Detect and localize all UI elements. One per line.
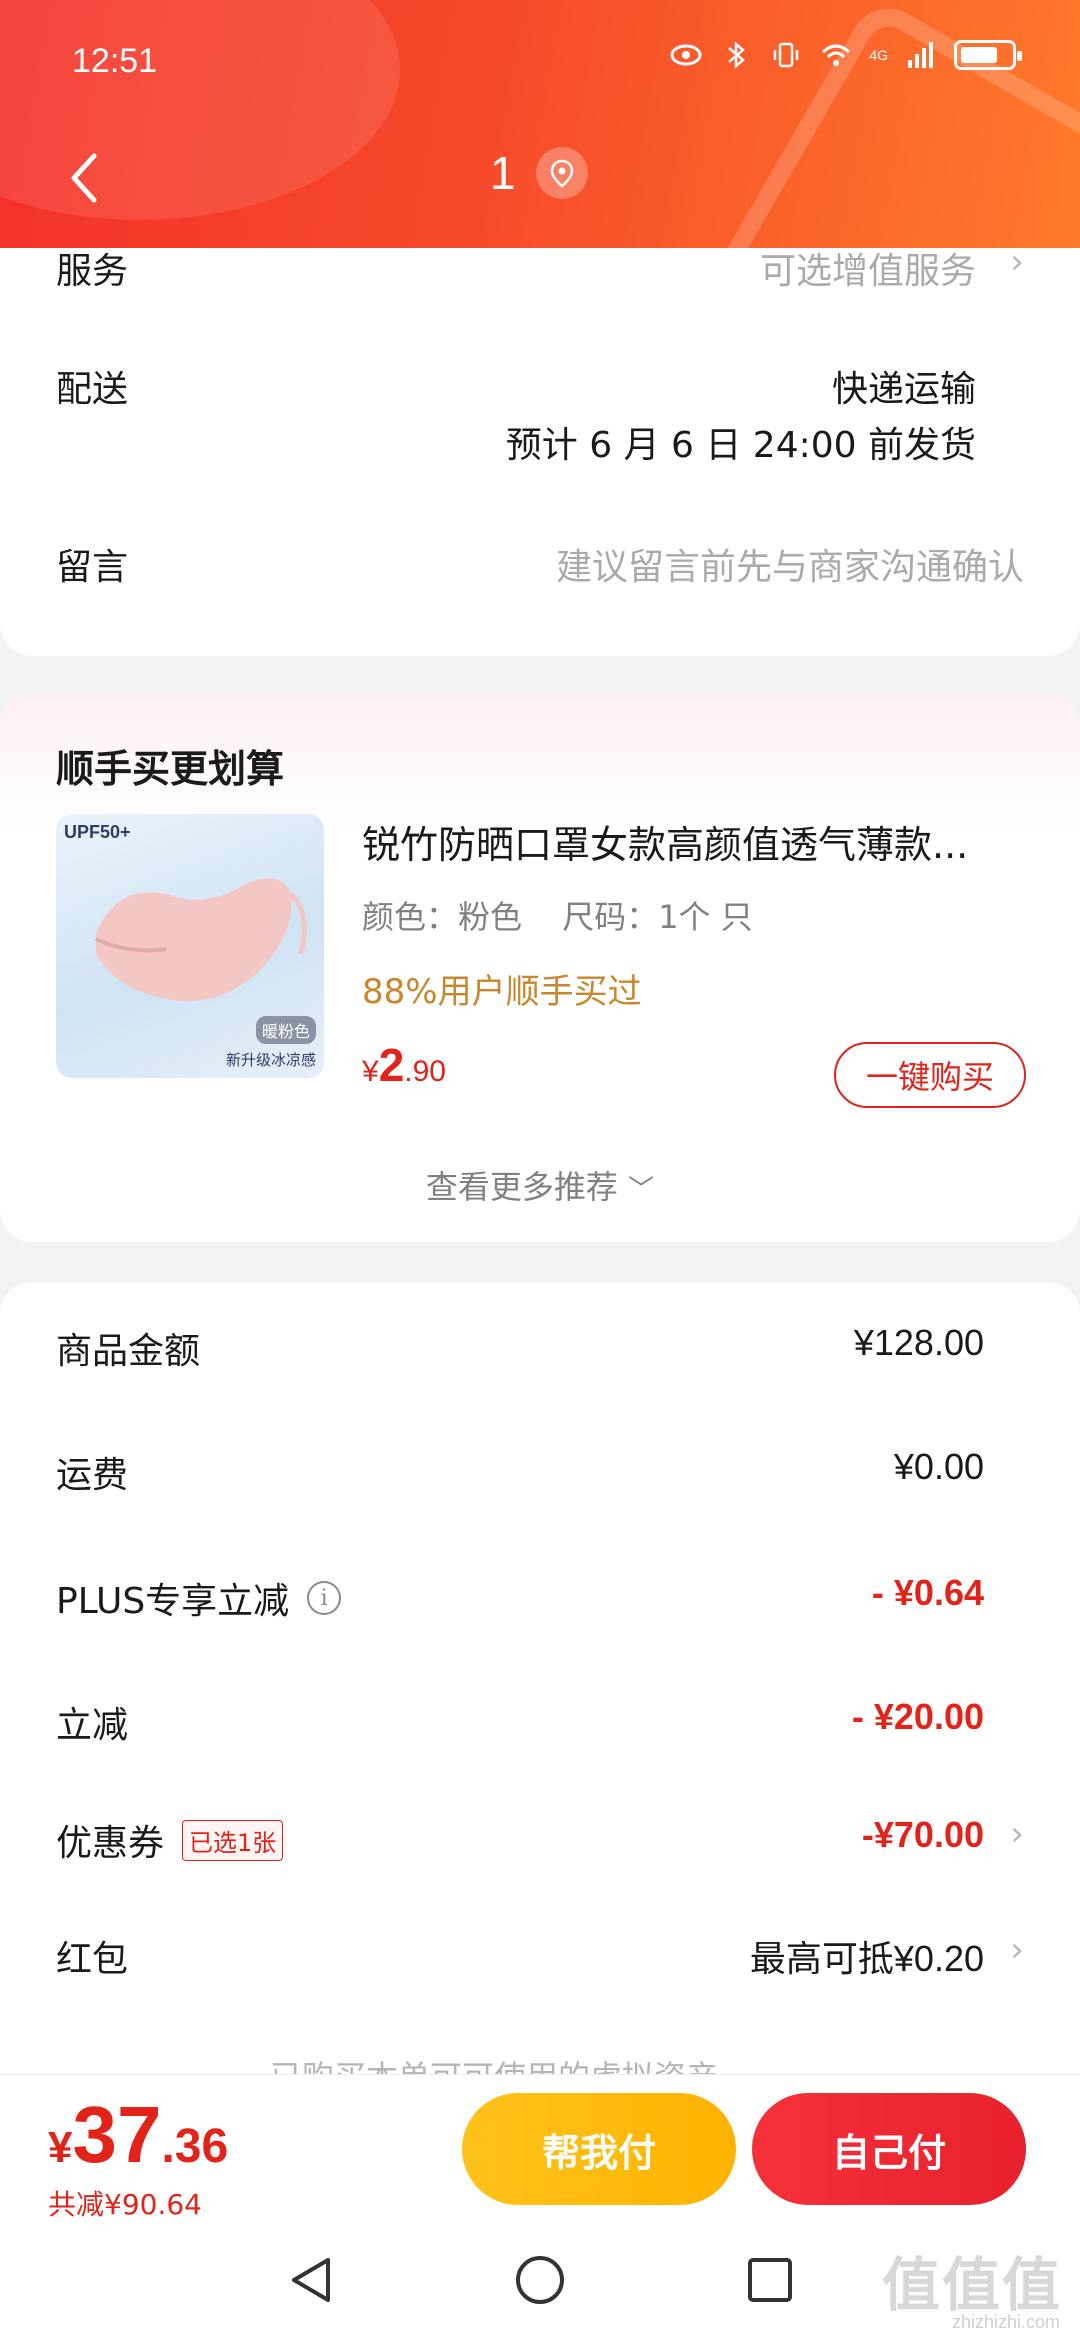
product-name[interactable]: 锐竹防晒口罩女款高颜值透气薄款... [362,814,1022,869]
service-value: 可选增值服务 [759,251,976,292]
product-image-desc-tag: 新升级冰凉感 [225,1051,316,1069]
chevron-down-icon: ﹀ [628,1175,655,1205]
coupon-label-group: 优惠券 已选1张 [56,1814,284,1866]
more-recommend-link[interactable]: 查看更多推荐 ﹀ [0,1162,1080,1208]
message-label: 留言 [56,547,129,588]
header: 12:51 4G 1 [0,0,1080,248]
product-image[interactable]: UPF50+ 暖粉色 新升级冰凉感 [56,814,324,1078]
delivery-row[interactable]: 配送 快递运输 预计 6 月 6 日 24:00 前发货 [56,360,1024,470]
bluetooth-icon [728,41,746,69]
location-pin-icon [535,147,588,199]
chevron-right-icon: › [1010,1814,1024,1854]
wifi-icon [822,44,851,66]
back-arrow-icon[interactable] [58,148,118,208]
status-bar: 12:51 4G [0,0,1080,120]
product-price-int: 2 [378,1039,405,1091]
title-area[interactable]: 1 [490,146,588,200]
redpacket-amount: 最高可抵¥0.20 [749,1938,984,1979]
signal-icon [908,42,933,68]
discount-label: 立减 [56,1705,129,1746]
vibrate-icon [774,42,799,68]
network-label: 4G [869,47,888,63]
total-currency: ¥ [48,2123,73,2172]
plus-label-group: PLUS专享立减 i [56,1572,342,1624]
instant-discount-row: 立减 - ¥20.00 [56,1696,1024,1756]
service-label: 服务 [56,251,129,292]
delivery-label: 配送 [56,369,129,410]
recommend-title: 顺手买更划算 [56,747,285,791]
redpacket-label: 红包 [56,1939,129,1980]
order-info-card: 服务 可选增值服务 › 配送 快递运输 预计 6 月 6 日 24:00 前发货… [0,220,1080,656]
product-image-color-tag: 暖粉色 [255,1016,316,1044]
service-row[interactable]: 服务 可选增值服务 › [56,242,1024,292]
message-input[interactable]: 建议留言前先与商家沟通确认 [556,538,1024,590]
total-price: ¥37.36 [48,2089,228,2181]
chevron-right-icon: › [1010,242,1024,282]
delivery-method: 快递运输 [831,369,976,410]
total-int: 37 [72,2090,162,2179]
page-title: 1 [490,147,516,199]
bottom-pay-bar: ¥37.36 共减¥90.64 帮我付 自己付 [0,2074,1080,2221]
delivery-estimate: 预计 6 月 6 日 24:00 前发货 [505,425,976,466]
goods-amount-row: 商品金额 ¥128.00 [56,1322,1024,1382]
status-icons: 4G [669,38,1022,72]
product-bought-hint: 88%用户顺手买过 [362,972,642,1012]
info-icon[interactable]: i [307,1581,342,1615]
product-price: ¥2.90 [362,1038,446,1092]
shipping-amount: ¥0.00 [893,1446,984,1487]
plus-amount: - ¥0.64 [871,1572,984,1613]
status-time: 12:51 [72,42,158,80]
coupon-row[interactable]: 优惠券 已选1张 -¥70.00 › [56,1814,1024,1874]
fees-card: 商品金额 ¥128.00 运费 ¥0.00 PLUS专享立减 i - ¥0.64… [0,1282,1080,2112]
discount-amount: - ¥20.00 [851,1696,984,1737]
coupon-label: 优惠券 [56,1823,165,1864]
goods-amount: ¥128.00 [853,1322,984,1363]
nav-row: 1 [0,140,1080,220]
product-spec: 颜色：粉色 尺码：1个 只 [362,892,783,938]
watermark-url: zhizhizhi.com [951,2312,1060,2332]
goods-label: 商品金额 [56,1331,201,1372]
chevron-right-icon: › [1010,1930,1024,1970]
total-saved: 共减¥90.64 [48,2188,202,2221]
eye-icon [670,44,702,66]
shipping-label: 运费 [56,1455,129,1496]
product-spec-color: 颜色：粉色 [362,898,523,936]
watermark-logo: 值值值 [881,2251,1062,2319]
redpacket-row[interactable]: 红包 最高可抵¥0.20 › [56,1930,1024,1990]
more-recommend-label: 查看更多推荐 [425,1168,618,1206]
plus-discount-row: PLUS专享立减 i - ¥0.64 [56,1572,1024,1632]
total-dec: .36 [161,2120,229,2173]
nav-home-icon[interactable] [512,2252,568,2308]
product-price-dec: .90 [404,1055,446,1088]
shipping-row: 运费 ¥0.00 [56,1446,1024,1506]
recommend-card: 顺手买更划算 UPF50+ 暖粉色 新升级冰凉感 锐竹防晒口罩女款高颜值透气薄款… [0,694,1080,1242]
nav-recents-icon[interactable] [742,2252,798,2308]
help-pay-button[interactable]: 帮我付 [462,2093,736,2205]
coupon-amount: -¥70.00 [861,1814,984,1855]
product-price-currency: ¥ [362,1055,379,1088]
product-spec-size: 尺码：1个 只 [562,898,753,936]
coupon-selected-badge: 已选1张 [182,1819,284,1861]
battery-icon [954,40,1022,70]
message-row[interactable]: 留言 建议留言前先与商家沟通确认 [56,538,1024,588]
plus-label: PLUS专享立减 [56,1581,290,1622]
self-pay-button[interactable]: 自己付 [752,2093,1026,2205]
one-click-buy-button[interactable]: 一键购买 [834,1042,1026,1108]
nav-back-icon[interactable] [284,2252,340,2308]
